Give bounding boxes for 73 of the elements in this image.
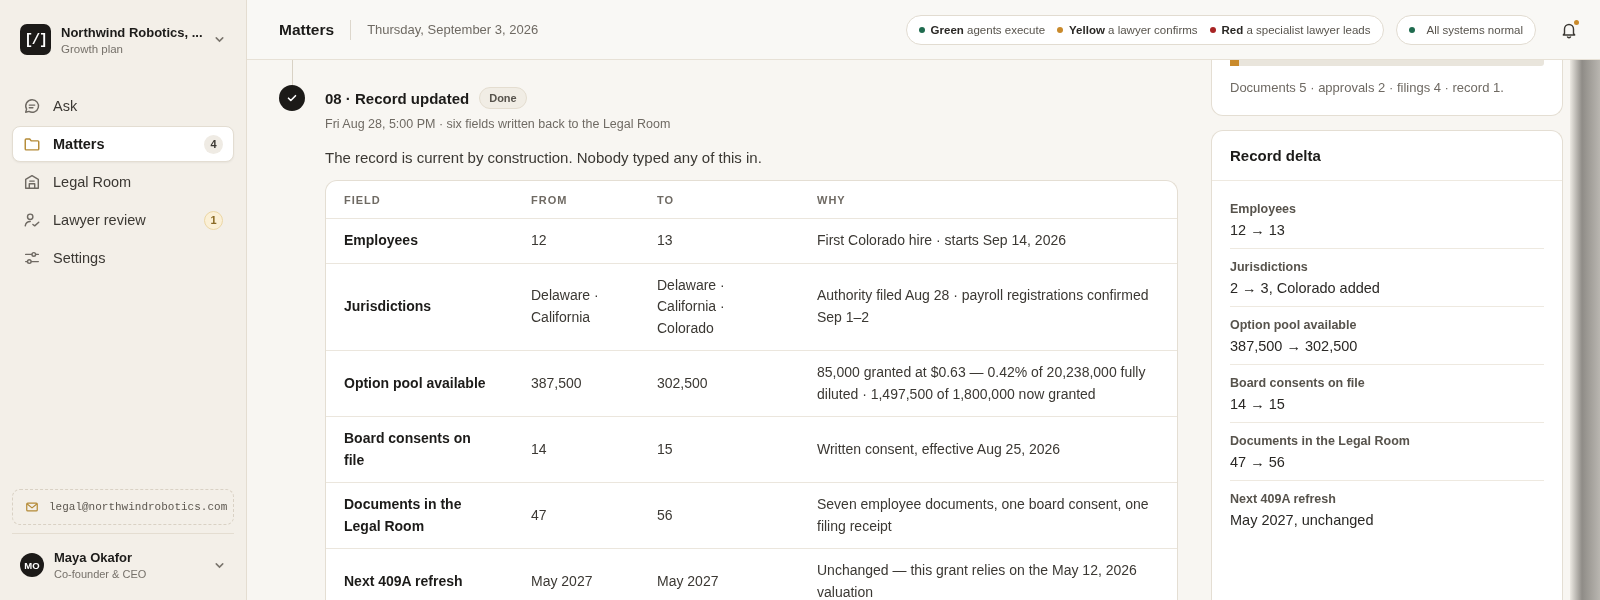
column-header: FROM xyxy=(530,193,569,206)
delta-label: Jurisdictions xyxy=(1230,260,1309,274)
nav-item[interactable]: Matters 4 xyxy=(12,126,234,162)
table-cell-text: Unchanged — this grant relies on the May 12, 2026 valuation xyxy=(816,561,1138,600)
table-cell-text: May 2027 xyxy=(656,571,720,591)
table-cell-text: 47 xyxy=(530,505,548,525)
step-title: 08 · Record updated xyxy=(325,89,470,107)
table-cell-text: Employees xyxy=(343,231,419,250)
table-cell-text: Documents in the Legal Room xyxy=(343,495,463,536)
card-title: Record delta xyxy=(1212,131,1562,181)
chat-bubble-icon xyxy=(23,97,41,115)
table-cell-text: 13 xyxy=(656,231,674,250)
workspace-logo: [/] xyxy=(20,24,51,55)
legend-text: Red a specialist lawyer leads xyxy=(1221,23,1371,36)
delta-label: Option pool available xyxy=(1230,318,1358,332)
table-cell-text: First Colorado hire · starts Sep 14, 2026 xyxy=(816,231,1067,250)
nav-item[interactable]: Ask xyxy=(12,88,234,124)
table-cell-text: 56 xyxy=(656,505,674,525)
delta-label: Board consents on file xyxy=(1230,376,1366,390)
legend-text: Yellow a lawyer confirms xyxy=(1069,23,1198,36)
column-header: TO xyxy=(656,193,676,206)
step-meta: Fri Aug 28, 5:00 PM · six fields written back to the Legal Room xyxy=(325,117,672,131)
delta-value: May 2027, unchanged xyxy=(1230,512,1375,528)
count-badge: 1 xyxy=(204,210,223,230)
table-cell-text: Next 409A refresh xyxy=(343,571,464,591)
column-header: WHY xyxy=(816,193,847,206)
delta-value: 2 → 3, Colorado added xyxy=(1230,280,1381,296)
status-chip: Done xyxy=(479,87,527,109)
table-cell-text: 387,500 xyxy=(530,373,583,393)
table-cell-text: Delaware · California xyxy=(530,286,600,327)
legend-text: Green agents execute xyxy=(930,23,1046,36)
table-cell-text: Written consent, effective Aug 25, 2026 xyxy=(816,439,1062,459)
folder-icon xyxy=(23,135,41,153)
nav-item[interactable]: Lawyer review 1 xyxy=(12,202,234,238)
current-date: Thursday, September 3, 2026 xyxy=(367,22,540,37)
delta-value: 14 → 15 xyxy=(1230,396,1286,412)
progress-summary: Documents 5 · approvals 2 · filings 4 · record 1. xyxy=(1230,80,1505,95)
table-cell-text: Seven employee documents, one board consent, one filing receipt xyxy=(816,495,1150,536)
step-summary: The record is current by construction. Nobody typed any of this in. xyxy=(325,149,763,166)
table-cell-text: 15 xyxy=(656,439,674,459)
user-name: Maya Okafor xyxy=(54,550,134,565)
delta-value: 387,500 → 302,500 xyxy=(1230,338,1359,354)
table-cell-text: Option pool available xyxy=(343,373,487,393)
table-cell-text: May 2027 xyxy=(530,571,594,591)
nav-item[interactable]: Legal Room xyxy=(12,164,234,200)
table-cell-text: 302,500 xyxy=(656,373,709,393)
delta-label: Employees xyxy=(1230,202,1297,216)
delta-value: 47 → 56 xyxy=(1230,454,1286,470)
workspace-plan: Growth plan xyxy=(61,42,124,55)
table-cell-text: Jurisdictions xyxy=(343,297,433,316)
person-check-icon xyxy=(23,211,41,229)
delta-value: 12 → 13 xyxy=(1230,222,1286,238)
table-cell-text: 14 xyxy=(530,439,548,459)
table-cell-text: Board consents on file xyxy=(343,429,472,470)
nav-item[interactable]: Settings xyxy=(12,240,234,276)
page-title: Matters xyxy=(279,20,335,39)
workspace-name[interactable]: Northwind Robotics, ... xyxy=(61,24,203,40)
table-cell-text: 85,000 granted at $0.63 — 0.42% of 20,238,000 fully diluted · 1,497,500 of 1,800,000 now granted xyxy=(816,363,1147,404)
email-address: legal@northwindrobotics.com xyxy=(49,501,228,513)
table-cell-text: Delaware · California · Colorado xyxy=(656,275,726,338)
mail-icon xyxy=(25,500,39,514)
user-role: Co-founder & CEO xyxy=(54,568,148,580)
delta-label: Next 409A refresh xyxy=(1230,492,1337,506)
table-cell-text: 12 xyxy=(530,231,548,250)
column-header: FIELD xyxy=(343,193,382,206)
delta-label: Documents in the Legal Room xyxy=(1230,434,1411,448)
table-cell-text: Authority filed Aug 28 · payroll registrations confirmed Sep 1–2 xyxy=(816,286,1150,327)
building-icon xyxy=(23,173,41,191)
status-text: All systems normal xyxy=(1426,23,1523,36)
check-icon xyxy=(286,92,298,104)
sliders-icon xyxy=(23,249,41,267)
count-badge: 4 xyxy=(204,134,223,154)
user-avatar: MO xyxy=(20,553,44,577)
